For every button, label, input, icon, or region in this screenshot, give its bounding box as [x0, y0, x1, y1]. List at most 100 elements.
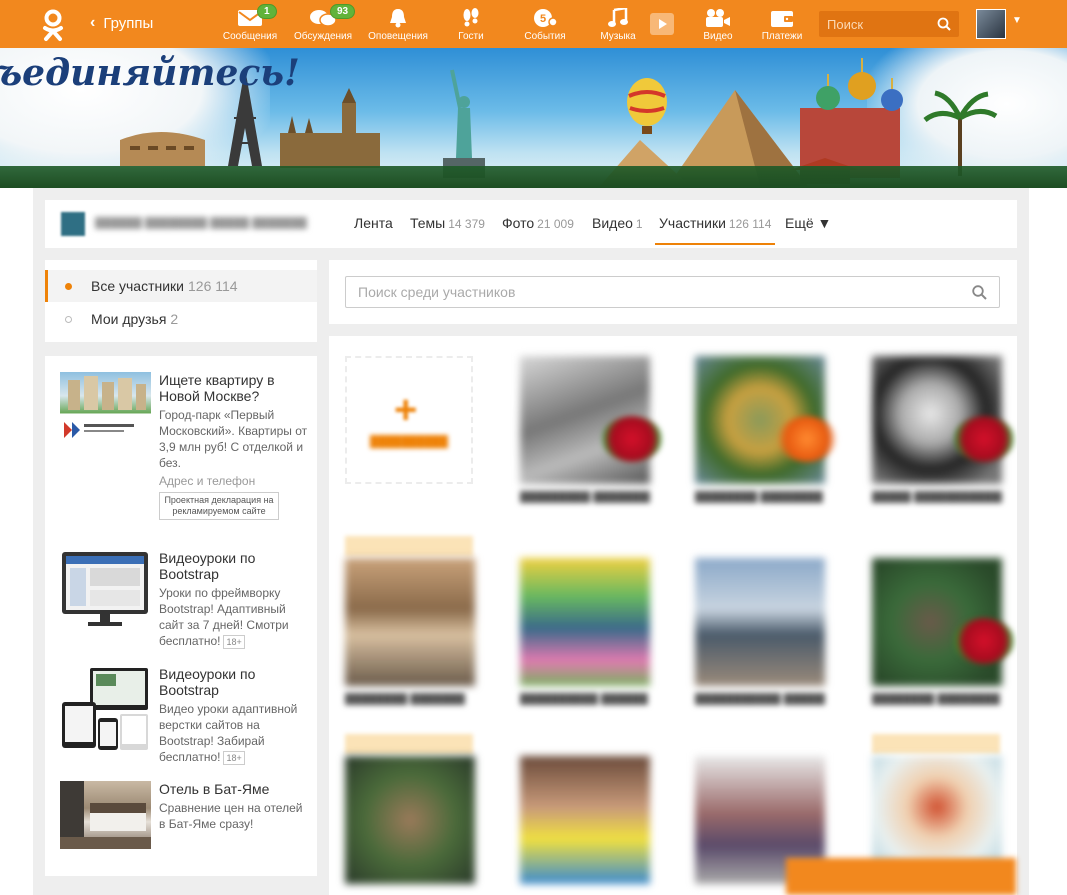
tab-members[interactable]: Участники 126 114 — [655, 215, 776, 245]
music-note-icon — [608, 8, 628, 27]
ad-hotel-title[interactable]: Отель в Бат-Яме — [159, 781, 309, 797]
ad-bootstrap-1-text-wrap: Уроки по фреймворку Bootstrap! Адаптивны… — [159, 585, 309, 649]
member-photo[interactable] — [345, 558, 475, 686]
svg-text:5: 5 — [540, 13, 546, 25]
filter-my-friends[interactable]: Мои друзья 2 — [45, 303, 317, 335]
tab-photos-label: Фото — [502, 215, 535, 231]
tab-topics[interactable]: Темы 14 379 — [410, 215, 485, 231]
member-card[interactable]: █████████ ████████ — [520, 356, 662, 511]
tab-members-count: 126 114 — [728, 217, 772, 231]
group-avatar[interactable] — [61, 212, 85, 236]
member-search-field[interactable] — [345, 276, 1000, 308]
chevron-left-icon: ‹ — [90, 14, 96, 31]
ad-bootstrap-2[interactable]: Видеоуроки по Bootstrap Видео уроки адап… — [60, 666, 310, 766]
hotel-room-illustration — [60, 781, 151, 849]
filter-inactive-dot — [65, 316, 72, 323]
ad-apartment-body: Ищете квартиру в Новой Москве? Город-пар… — [159, 372, 309, 520]
filter-active-dot — [65, 283, 72, 290]
member-photo[interactable] — [520, 756, 650, 884]
member-card[interactable] — [520, 756, 650, 895]
group-name-blurred[interactable]: ██████ ████████ █████ ███████ — [95, 217, 335, 229]
member-name-blurred[interactable]: ██████████ ██████ — [520, 693, 650, 705]
member-card[interactable]: ███████████ ██████ — [695, 558, 825, 713]
ad-bootstrap-2-image[interactable] — [60, 666, 151, 750]
tab-topics-label: Темы — [410, 215, 446, 231]
nav-video-label: Видео — [703, 31, 733, 42]
ad-apartment-link[interactable]: Адрес и телефон — [159, 474, 309, 488]
bell-icon — [390, 9, 406, 28]
events-icon: 5 — [534, 9, 558, 27]
ads-column: Ищете квартиру в Новой Москве? Город-пар… — [45, 356, 317, 876]
member-search-panel — [329, 260, 1017, 324]
play-icon[interactable] — [649, 12, 675, 36]
ad-bootstrap-1-body: Видеоуроки по Bootstrap Уроки по фреймво… — [159, 550, 309, 649]
messages-badge: 1 — [257, 4, 277, 19]
nav-video[interactable]: Видео — [683, 6, 753, 46]
nav-events-label: События — [524, 31, 566, 42]
member-name-blurred[interactable]: ████████ ████████ — [695, 491, 825, 503]
apartment-buildings-illustration — [64, 376, 146, 438]
filter-all-members-label: Все участники — [91, 278, 185, 294]
invite-members-card[interactable]: + ██████████ — [345, 356, 473, 484]
search-icon[interactable] — [937, 17, 951, 31]
member-name-blurred[interactable]: █████████ ████████ — [520, 491, 650, 503]
member-card[interactable]: ██████████ ██████ — [520, 558, 650, 713]
nav-discussions[interactable]: 93 Обсуждения — [288, 4, 358, 46]
invite-label-blurred: ██████████ — [370, 436, 448, 448]
nav-music[interactable]: Музыка — [583, 6, 653, 46]
ad-apartment-text: Город-парк «Первый Московский». Квартиры… — [159, 408, 308, 470]
top-search[interactable] — [819, 11, 959, 37]
ad-apartment-title[interactable]: Ищете квартиру в Новой Москве? — [159, 372, 309, 404]
discussions-badge: 93 — [330, 4, 356, 19]
nav-events[interactable]: 5 События — [510, 6, 580, 46]
tab-more[interactable]: Ещё ▼ — [785, 215, 831, 231]
member-photo[interactable] — [345, 756, 475, 884]
notification-toast-blurred[interactable] — [786, 858, 1016, 895]
member-search-input[interactable] — [358, 284, 938, 300]
tab-photos[interactable]: Фото 21 009 — [502, 215, 574, 231]
ad-hotel-image[interactable] — [60, 781, 151, 849]
member-photo[interactable] — [695, 558, 825, 686]
member-name-blurred[interactable]: █████ ████████████ — [872, 491, 1002, 503]
ad-bootstrap-2-body: Видеоуроки по Bootstrap Видео уроки адап… — [159, 666, 309, 765]
nav-messages[interactable]: 1 Сообщения — [215, 4, 285, 46]
ad-apartment-declaration[interactable]: Проектная декларация на рекламируемом са… — [159, 492, 279, 520]
tab-photos-count: 21 009 — [537, 217, 574, 231]
caret-down-icon[interactable]: ▼ — [1012, 15, 1022, 26]
member-card[interactable] — [345, 734, 475, 895]
tab-topics-count: 14 379 — [448, 217, 485, 231]
tab-feed[interactable]: Лента — [354, 215, 393, 231]
member-name-blurred[interactable]: ████████ ████████ — [872, 693, 1002, 705]
ad-bootstrap-1-age-badge: 18+ — [223, 635, 245, 649]
member-name-blurred[interactable]: ███████████ ██████ — [695, 693, 825, 705]
user-avatar[interactable] — [976, 9, 1006, 39]
ad-bootstrap-1[interactable]: Видеоуроки по Bootstrap Уроки по фреймво… — [60, 550, 310, 650]
filter-my-friends-label: Мои друзья — [91, 311, 167, 327]
nav-payments[interactable]: Платежи — [747, 6, 817, 46]
nav-notifications[interactable]: Оповещения — [363, 6, 433, 46]
tab-videos-label: Видео — [592, 215, 633, 231]
member-name-blurred[interactable]: ████████ ███████ — [345, 693, 475, 705]
filter-my-friends-count: 2 — [170, 311, 179, 327]
tab-more-label: Ещё ▼ — [785, 215, 832, 231]
tab-videos[interactable]: Видео 1 — [592, 215, 643, 231]
odnoklassniki-logo-icon[interactable] — [36, 8, 70, 42]
back-to-groups-link[interactable]: ‹ Группы — [90, 14, 153, 32]
ad-bootstrap-2-title[interactable]: Видеоуроки по Bootstrap — [159, 666, 309, 698]
member-card[interactable]: ████████ ████████ — [695, 356, 837, 511]
ad-hotel[interactable]: Отель в Бат-Яме Сравнение цен на отелей … — [60, 781, 310, 851]
top-search-input[interactable] — [827, 16, 927, 32]
member-card[interactable]: ████████ ████████ — [872, 558, 1014, 713]
ad-bootstrap-1-image[interactable] — [60, 550, 151, 626]
nav-messages-label: Сообщения — [222, 31, 278, 42]
footprints-icon — [463, 8, 479, 27]
ad-bootstrap-1-title[interactable]: Видеоуроки по Bootstrap — [159, 550, 309, 582]
ad-apartment[interactable]: Ищете квартиру в Новой Москве? Город-пар… — [60, 372, 310, 542]
filter-all-members[interactable]: Все участники 126 114 — [45, 270, 317, 302]
member-photo[interactable] — [520, 558, 650, 686]
nav-guests[interactable]: Гости — [436, 6, 506, 46]
ad-apartment-image[interactable] — [60, 372, 151, 440]
member-card[interactable]: ████████ ███████ — [345, 536, 475, 713]
search-icon[interactable] — [972, 284, 987, 300]
member-card[interactable]: █████ ████████████ — [872, 356, 1014, 511]
